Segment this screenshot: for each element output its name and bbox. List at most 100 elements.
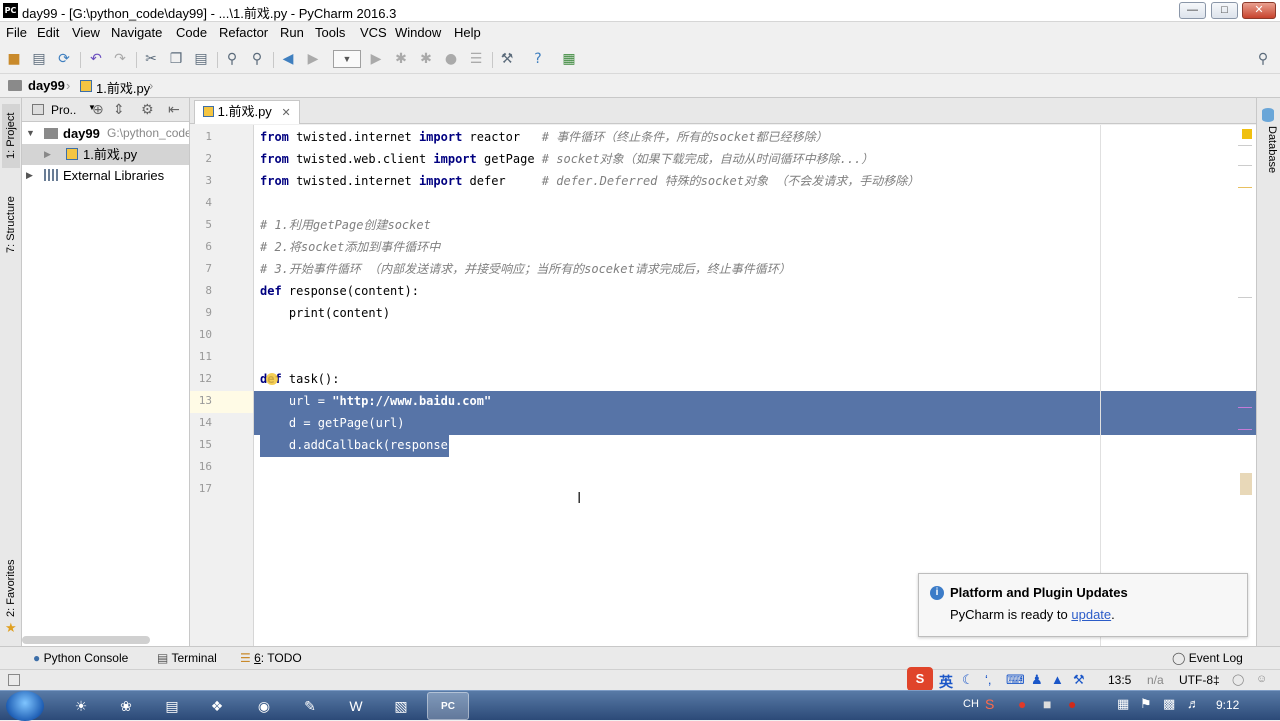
taskbar-app-icon[interactable]: ❀ (105, 692, 147, 720)
menu-help[interactable]: Help (454, 25, 481, 40)
menu-edit[interactable]: Edit (37, 25, 59, 40)
concurrency-icon[interactable]: ☰ (468, 51, 484, 67)
close-button[interactable]: ✕ (1242, 2, 1276, 19)
menu-navigate[interactable]: Navigate (111, 25, 162, 40)
tab-python-console[interactable]: ● Python Console (33, 651, 128, 665)
toggle-tool-windows-icon[interactable] (8, 674, 20, 686)
tree-file-item[interactable]: ▶ 1.前戏.py (22, 144, 189, 165)
cut-icon[interactable]: ✂ (143, 51, 159, 67)
paste-icon[interactable]: ▤ (193, 51, 209, 67)
plugin-icon[interactable]: ▦ (561, 51, 577, 67)
tray-app-icon[interactable]: ■ (1043, 696, 1051, 712)
back-icon[interactable]: ◀ (280, 51, 296, 67)
update-link[interactable]: update (1071, 607, 1111, 622)
run-config-dropdown[interactable]: ▼ (333, 50, 361, 68)
warning-indicator-icon[interactable] (1242, 129, 1252, 139)
tree-expanded-icon[interactable]: ▼ (26, 123, 35, 144)
taskbar-explorer-icon[interactable]: ▧ (380, 692, 422, 720)
minimize-button[interactable]: — (1179, 2, 1206, 19)
moon-icon[interactable]: ☾ (962, 672, 974, 688)
menu-refactor[interactable]: Refactor (219, 25, 268, 40)
locate-target-icon[interactable]: ⊕ (92, 101, 104, 118)
tray-monitor-icon[interactable]: ▩ (1163, 696, 1175, 712)
save-all-icon[interactable]: ▤ (31, 51, 47, 67)
taskbar-pycharm-icon[interactable]: PC (427, 692, 469, 720)
menu-run[interactable]: Run (280, 25, 304, 40)
tab-structure[interactable]: 7: Structure (2, 190, 20, 260)
sync-icon[interactable]: ⟳ (56, 51, 72, 67)
file-encoding[interactable]: UTF-8‡ (1179, 673, 1220, 687)
inspector-icon[interactable]: ☺ (1256, 673, 1267, 685)
run-icon[interactable]: ▶ (368, 51, 384, 67)
menu-file[interactable]: File (6, 25, 27, 40)
tab-terminal[interactable]: ▤ Terminal (157, 651, 217, 665)
punctuation-icon[interactable]: ‘, (985, 672, 992, 687)
tab-favorites[interactable]: 2: Favorites (2, 554, 20, 622)
forward-icon[interactable]: ▶ (305, 51, 321, 67)
sogou-tray-icon[interactable]: S (985, 696, 994, 712)
wrench-icon[interactable]: ⚒ (1073, 672, 1085, 688)
tab-todo[interactable]: ☰ 6: TODO (240, 651, 302, 665)
tray-app-icon[interactable]: ● (1068, 696, 1076, 712)
taskbar-word-icon[interactable]: W (335, 692, 377, 720)
lock-icon[interactable]: ◯ (1232, 673, 1244, 686)
line-number: 3 (205, 174, 212, 187)
tray-volume-icon[interactable]: ♬ (1187, 696, 1200, 711)
tab-project[interactable]: 1: Project (2, 104, 20, 168)
search-everywhere-icon[interactable]: ⚲ (1255, 51, 1271, 67)
undo-icon[interactable]: ↶ (88, 51, 104, 67)
tray-network-icon[interactable]: ▦ (1117, 696, 1129, 712)
copy-icon[interactable]: ❐ (168, 51, 184, 67)
taskbar-app-icon[interactable]: ☀ (60, 692, 102, 720)
tray-flag-icon[interactable]: ⚑ (1140, 696, 1152, 712)
editor-tab[interactable]: 1.前戏.py ✕ (194, 100, 300, 124)
tab-database[interactable]: Database (1260, 126, 1278, 173)
project-view-dropdown[interactable]: Pro.. (51, 103, 76, 117)
menu-code[interactable]: Code (176, 25, 207, 40)
caret-position[interactable]: 13:5 (1108, 673, 1131, 687)
keyboard-icon[interactable]: ⌨ (1006, 672, 1025, 688)
collapse-all-icon[interactable]: ⇕ (113, 101, 125, 118)
tray-app-icon[interactable]: ● (1018, 696, 1026, 712)
replace-icon[interactable]: ⚲ (249, 51, 265, 67)
start-button[interactable] (6, 691, 44, 721)
taskbar-save-icon[interactable]: ▤ (151, 692, 193, 720)
shirt-icon[interactable]: ▲ (1051, 672, 1064, 687)
tree-root-item[interactable]: ▼ day99 G:\python_code (22, 123, 189, 144)
taskbar-chrome-icon[interactable]: ◉ (243, 692, 285, 720)
tree-collapsed-icon[interactable]: ▶ (26, 165, 33, 186)
hide-panel-icon[interactable]: ⇤ (168, 101, 180, 118)
open-folder-icon[interactable]: ■ (6, 51, 22, 67)
sogou-ime-icon[interactable]: S (907, 667, 933, 691)
find-icon[interactable]: ⚲ (224, 51, 240, 67)
editor-scrollbar-thumb[interactable] (1240, 473, 1252, 495)
coverage-icon[interactable]: ✱ (418, 51, 434, 67)
debug-icon[interactable]: ✱ (393, 51, 409, 67)
gear-icon[interactable]: ⚙ (141, 101, 154, 118)
code-editor[interactable]: from twisted.internet import reactor # 事… (254, 125, 1256, 646)
lightbulb-icon[interactable] (266, 373, 278, 385)
tab-event-log[interactable]: ◯ Event Log (1172, 651, 1243, 665)
line-separator-status[interactable]: n/a (1147, 673, 1164, 687)
menu-view[interactable]: View (72, 25, 100, 40)
redo-icon[interactable]: ↷ (112, 51, 128, 67)
settings-wrench-icon[interactable]: ⚒ (499, 51, 515, 67)
update-notification[interactable]: i Platform and Plugin Updates PyCharm is… (918, 573, 1248, 637)
menu-vcs[interactable]: VCS (360, 25, 387, 40)
menu-window[interactable]: Window (395, 25, 441, 40)
horizontal-scrollbar[interactable] (22, 636, 150, 644)
ime-mode-label[interactable]: 英 (939, 672, 953, 692)
breadcrumb-project[interactable]: day99 (28, 78, 65, 93)
profile-icon[interactable]: ● (443, 51, 459, 67)
user-icon[interactable]: ♟ (1031, 672, 1043, 688)
system-clock[interactable]: 9:12 (1216, 698, 1239, 712)
taskbar-python-icon[interactable]: ❖ (196, 692, 238, 720)
maximize-button[interactable]: □ (1211, 2, 1238, 19)
breadcrumb-file[interactable]: 1.前戏.py (96, 78, 150, 97)
taskbar-notepad-icon[interactable]: ✎ (289, 692, 331, 720)
close-tab-icon[interactable]: ✕ (281, 107, 290, 119)
help-icon[interactable]: ? (530, 51, 546, 67)
tree-libraries-item[interactable]: ▶ External Libraries (22, 165, 189, 186)
menu-tools[interactable]: Tools (315, 25, 345, 40)
language-indicator[interactable]: CH (963, 698, 979, 710)
